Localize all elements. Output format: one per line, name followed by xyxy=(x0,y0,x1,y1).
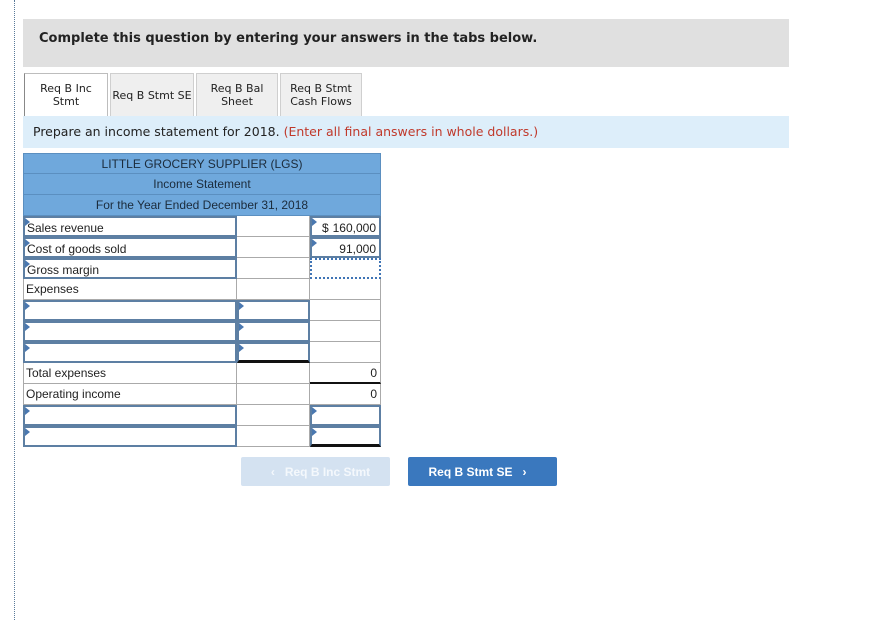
table-row-cost-of-goods-sold: Cost of goods sold 91,000 xyxy=(23,237,381,258)
gross-margin-input[interactable] xyxy=(310,258,381,279)
label-cell: Operating income xyxy=(23,384,237,405)
tab-bar: Req B Inc Stmt Req B Stmt SE Req B Bal She… xyxy=(24,73,364,116)
expense-label-input[interactable] xyxy=(23,321,237,342)
table-row-total-expenses: Total expenses 0 xyxy=(23,363,381,384)
amount-cell xyxy=(237,237,310,258)
value: 160,000 xyxy=(332,221,376,235)
tab-label-line2: Sheet xyxy=(221,95,253,108)
label-cell: Expenses xyxy=(23,279,237,300)
instruction-note: (Enter all final answers in whole dollar… xyxy=(283,124,539,139)
amount-cell xyxy=(237,405,310,426)
expense-label-input[interactable] xyxy=(23,342,237,363)
chevron-right-icon: › xyxy=(522,464,527,479)
table-row-expenses: Expenses xyxy=(23,279,381,300)
prev-tab-button[interactable]: ‹ Req B Inc Stmt xyxy=(241,457,390,486)
table-row-sales-revenue: Sales revenue $ 160,000 xyxy=(23,216,381,237)
chevron-left-icon: ‹ xyxy=(270,464,275,479)
table-row-expense-2 xyxy=(23,321,381,342)
operating-income-value: 0 xyxy=(310,384,381,405)
total-input[interactable] xyxy=(310,426,381,447)
tab-label-line2: Stmt xyxy=(52,95,80,108)
table-row-extra-1 xyxy=(23,405,381,426)
instruction-bar: Prepare an income statement for 2018. (E… xyxy=(23,116,789,148)
total-cell xyxy=(310,300,381,321)
tab-label-line1: Req B Stmt xyxy=(290,82,352,95)
instruction-text: Prepare an income statement for 2018. (E… xyxy=(33,124,538,139)
tab-req-b-stmt-cash-flows[interactable]: Req B Stmt Cash Flows xyxy=(280,73,362,116)
total-cell xyxy=(310,279,381,300)
total-input[interactable]: $ 160,000 xyxy=(310,216,381,237)
label-input[interactable]: Cost of goods sold xyxy=(23,237,237,258)
amount-cell xyxy=(237,384,310,405)
expense-label-input[interactable] xyxy=(23,300,237,321)
amount-cell xyxy=(237,216,310,237)
next-button-label: Req B Stmt SE xyxy=(428,464,513,479)
tab-label: Req B Stmt SE xyxy=(112,88,192,102)
tab-label-line1: Req B Bal xyxy=(210,82,264,95)
next-tab-button[interactable]: Req B Stmt SE › xyxy=(408,457,557,486)
amount-cell xyxy=(237,258,310,279)
total-input[interactable]: 91,000 xyxy=(310,237,381,258)
tab-req-b-bal-sheet[interactable]: Req B Bal Sheet xyxy=(196,73,278,116)
label-input[interactable] xyxy=(23,426,237,447)
banner-text: Complete this question by entering your … xyxy=(39,31,538,46)
tab-req-b-inc-stmt[interactable]: Req B Inc Stmt xyxy=(24,73,108,116)
table-row-expense-3 xyxy=(23,342,381,363)
statement-title: Income Statement xyxy=(23,174,381,195)
expense-amount-input[interactable] xyxy=(237,321,310,342)
amount-cell xyxy=(237,363,310,384)
total-input[interactable] xyxy=(310,405,381,426)
tab-req-b-stmt-se[interactable]: Req B Stmt SE xyxy=(110,73,194,116)
table-row-gross-margin: Gross margin xyxy=(23,258,381,279)
label-cell: Total expenses xyxy=(23,363,237,384)
tab-label-line2: Cash Flows xyxy=(290,95,352,108)
total-cell xyxy=(310,342,381,363)
table-row-extra-2 xyxy=(23,426,381,447)
total-expenses-value: 0 xyxy=(310,363,381,384)
table-row-expense-1 xyxy=(23,300,381,321)
currency-symbol: $ xyxy=(322,221,329,235)
income-statement-table: LITTLE GROCERY SUPPLIER (LGS) Income Sta… xyxy=(23,153,381,447)
label-input[interactable]: Gross margin xyxy=(23,258,237,279)
total-cell xyxy=(310,321,381,342)
label-input[interactable] xyxy=(23,405,237,426)
expense-amount-input[interactable] xyxy=(237,300,310,321)
instruction-main: Prepare an income statement for 2018. xyxy=(33,124,280,139)
page-left-border xyxy=(14,0,15,620)
statement-period: For the Year Ended December 31, 2018 xyxy=(23,195,381,216)
tab-label-line1: Req B Inc xyxy=(40,82,92,95)
label-input[interactable]: Sales revenue xyxy=(23,216,237,237)
table-row-operating-income: Operating income 0 xyxy=(23,384,381,405)
company-name: LITTLE GROCERY SUPPLIER (LGS) xyxy=(23,153,381,174)
prev-button-label: Req B Inc Stmt xyxy=(284,464,371,479)
amount-cell xyxy=(237,279,310,300)
amount-cell xyxy=(237,426,310,447)
expense-amount-input[interactable] xyxy=(237,342,310,363)
instructions-banner: Complete this question by entering your … xyxy=(23,19,789,67)
